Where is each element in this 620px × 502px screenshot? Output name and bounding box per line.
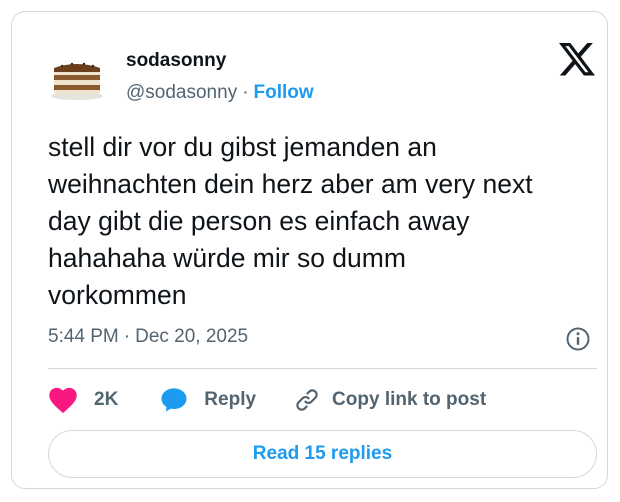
tweet-timestamp[interactable]: 5:44 PM · Dec 20, 2025	[48, 326, 248, 348]
tweet-text-line: day gibt die person es einfach away	[48, 206, 470, 236]
like-button[interactable]: 2K	[48, 386, 118, 414]
separator: ·	[123, 326, 131, 347]
tweet-text-line: hahahaha würde mir so dumm	[48, 243, 406, 273]
copy-link-label: Copy link to post	[332, 389, 487, 410]
separator: ·	[242, 82, 249, 103]
reply-button[interactable]: Reply	[160, 387, 256, 413]
follow-link[interactable]: Follow	[254, 82, 314, 104]
avatar[interactable]	[48, 52, 106, 102]
tweet-date: Dec 20, 2025	[135, 326, 249, 347]
tweet-card: sodasonny @sodasonny · Follow stell dir …	[11, 11, 608, 489]
tweet-text-line: vorkommen	[48, 280, 187, 310]
action-bar: 2K Reply Copy link to post	[48, 384, 486, 416]
link-icon	[296, 389, 318, 411]
heart-icon	[49, 387, 77, 414]
tweet-text: stell dir vor du gibst jemanden an weihn…	[48, 129, 603, 314]
speech-bubble-icon	[161, 388, 187, 412]
divider	[48, 368, 597, 369]
like-count: 2K	[94, 389, 119, 410]
tweet-text-line: weihnachten dein herz aber am very next	[48, 169, 533, 199]
tweet-text-line: stell dir vor du gibst jemanden an	[48, 132, 437, 162]
author-handle-row: @sodasonny · Follow	[126, 82, 314, 104]
tweet-time: 5:44 PM	[48, 326, 119, 347]
read-replies-button[interactable]: Read 15 replies	[48, 430, 597, 478]
x-logo-icon[interactable]	[559, 43, 595, 76]
info-icon[interactable]	[565, 326, 591, 352]
reply-label: Reply	[204, 389, 257, 410]
author-name[interactable]: sodasonny	[126, 50, 226, 72]
author-handle[interactable]: @sodasonny	[126, 82, 237, 104]
copy-link-button[interactable]: Copy link to post	[294, 387, 486, 413]
tiramisu-icon	[51, 62, 103, 100]
